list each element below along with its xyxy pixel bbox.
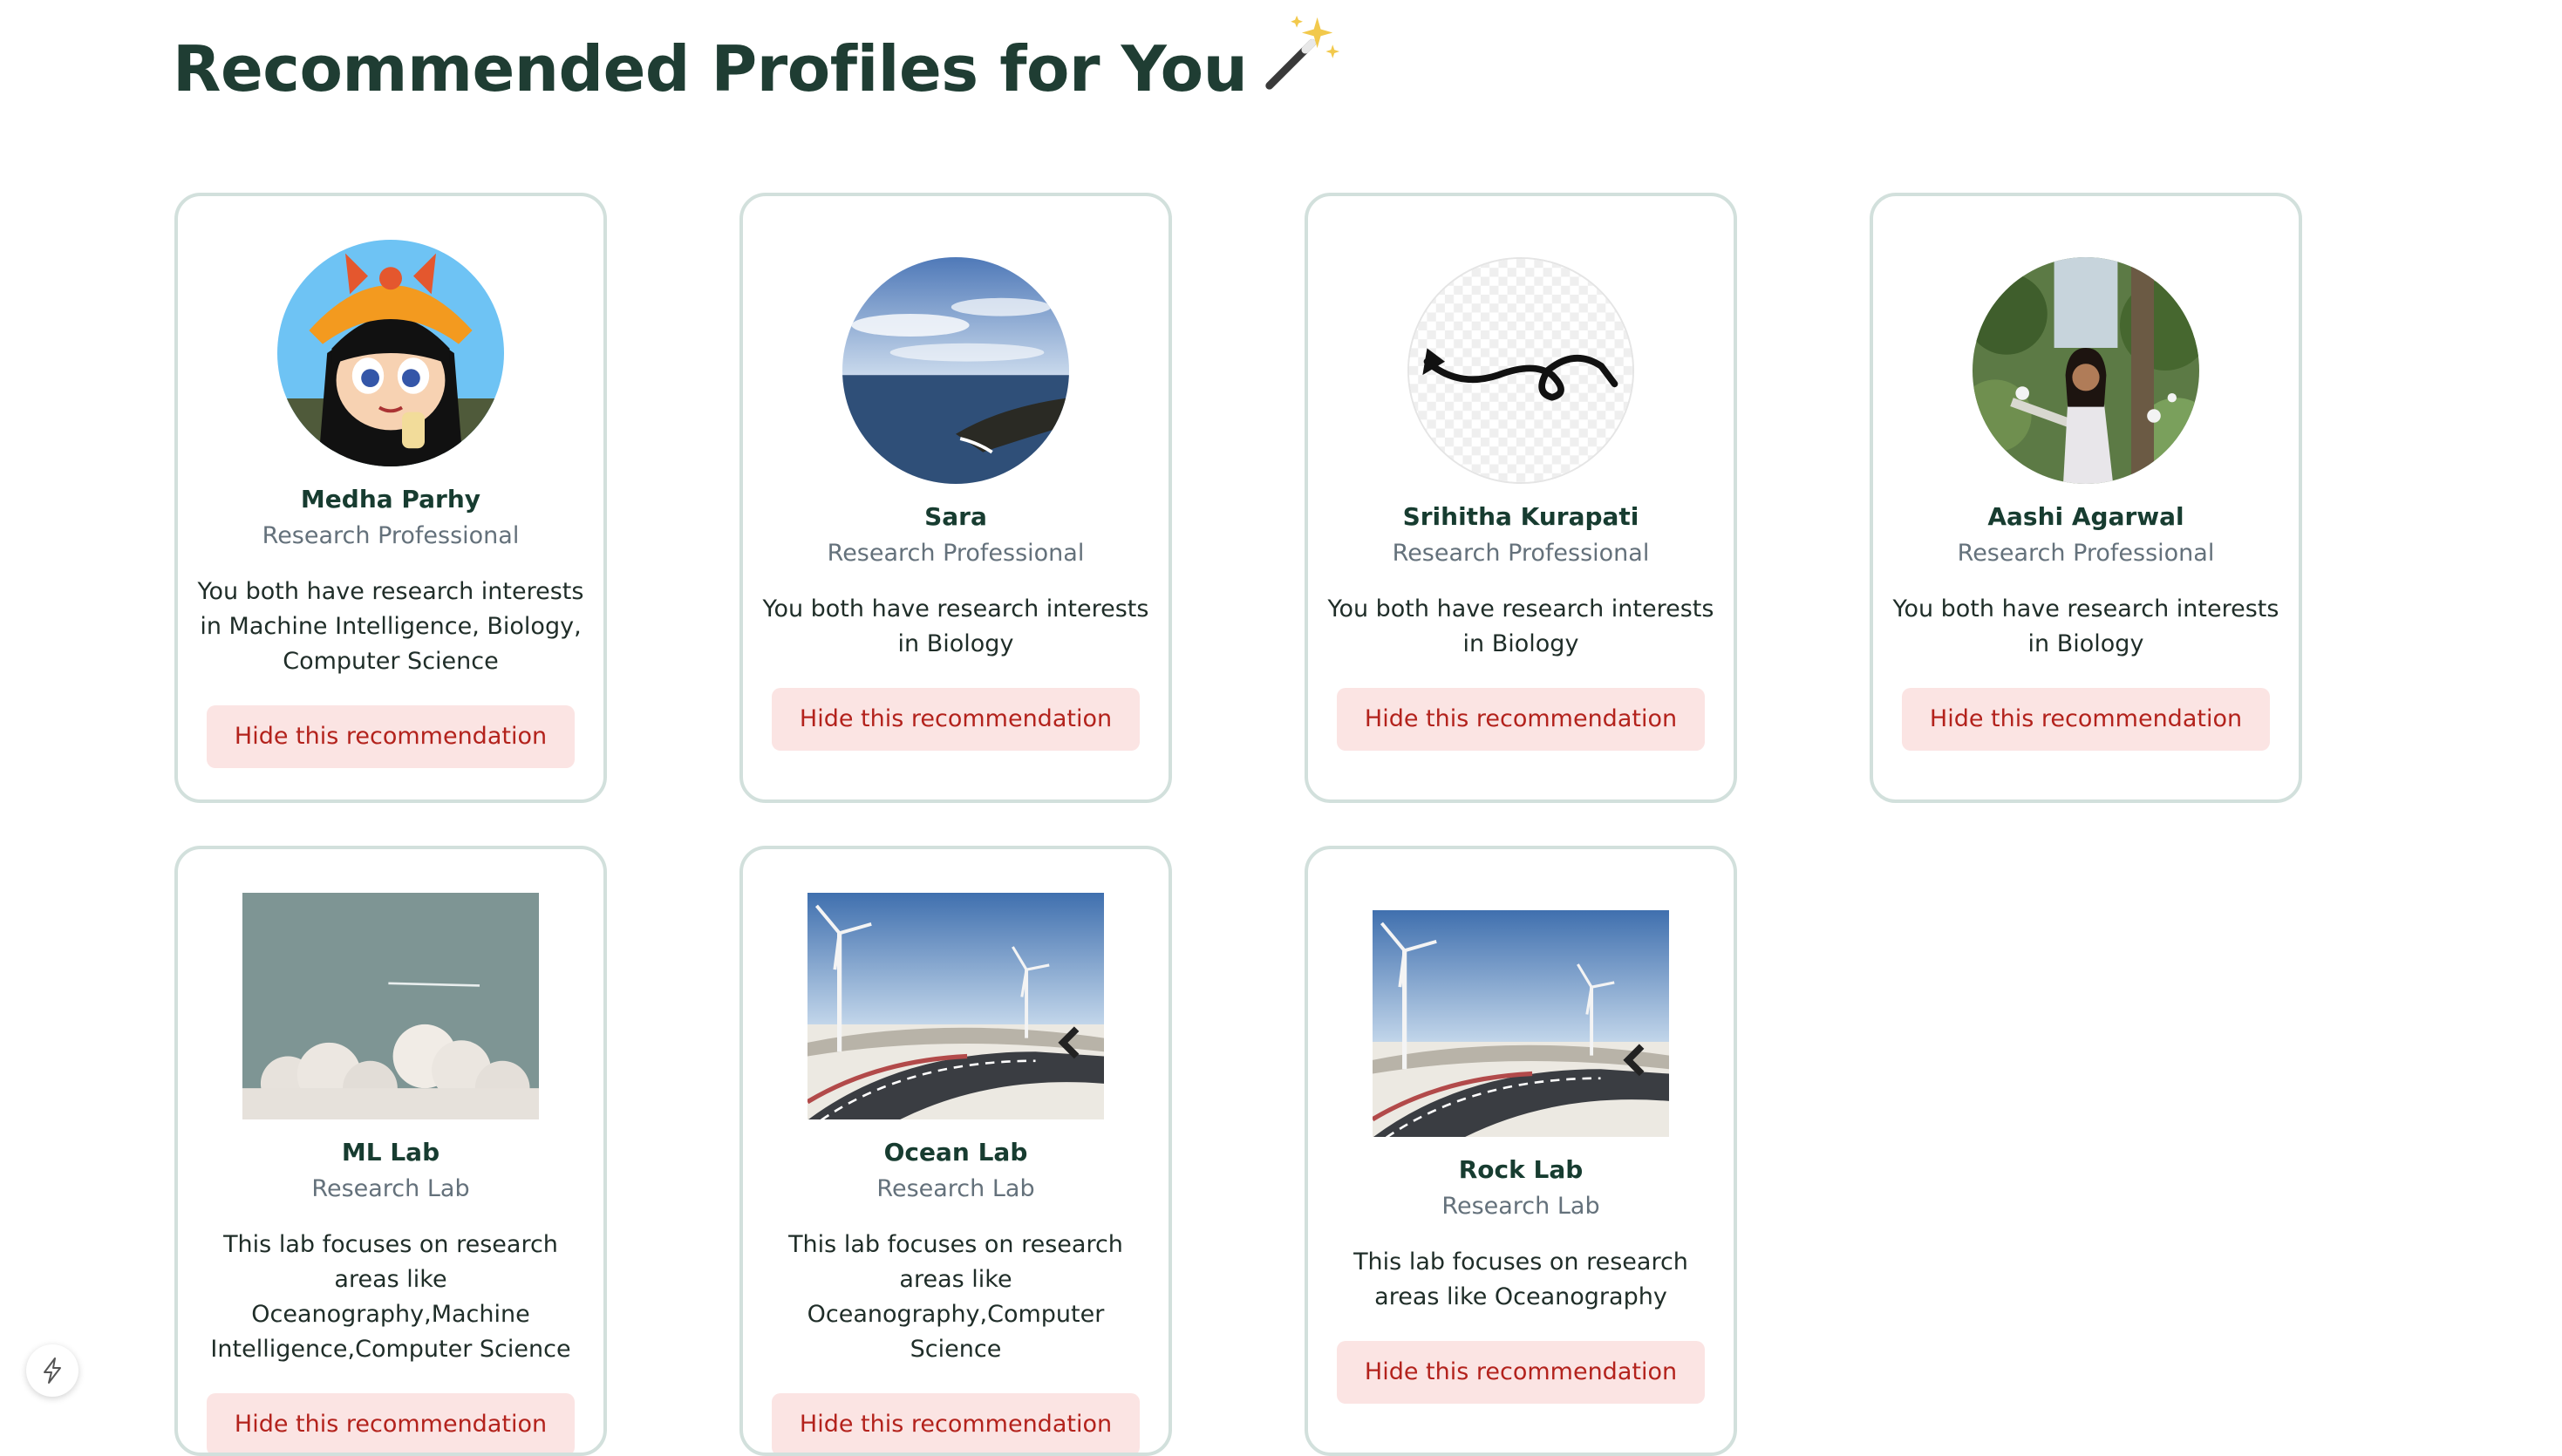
page-title-text: Recommended Profiles for You — [173, 32, 1248, 105]
page-title: Recommended Profiles for You — [173, 10, 1343, 106]
lab-image[interactable] — [242, 893, 539, 1119]
profile-card-aashi-agarwal: Aashi Agarwal Research Professional You … — [1870, 193, 2302, 803]
lab-type: Research Lab — [311, 1175, 470, 1202]
hide-recommendation-button[interactable]: Hide this recommendation — [1901, 688, 2271, 751]
profile-name[interactable]: Aashi Agarwal — [1987, 500, 2184, 534]
hide-recommendation-button[interactable]: Hide this recommendation — [206, 705, 576, 768]
profile-description: You both have research interests in Biol… — [1892, 595, 2279, 657]
profile-role: Research Professional — [1392, 540, 1650, 567]
hide-recommendation-button[interactable]: Hide this recommendation — [1336, 1341, 1706, 1404]
lab-card-rock-lab: Rock Lab Research Lab This lab focuses o… — [1305, 846, 1737, 1456]
lab-description: This lab focuses on research areas like … — [210, 1231, 571, 1363]
profile-name[interactable]: Srihitha Kurapati — [1403, 500, 1639, 534]
lab-type: Research Lab — [876, 1175, 1035, 1202]
hide-recommendation-button[interactable]: Hide this recommendation — [1336, 688, 1706, 751]
profile-card-sara: Sara Research Professional You both have… — [739, 193, 1172, 803]
profile-name[interactable]: Sara — [924, 500, 987, 534]
lab-type: Research Lab — [1441, 1193, 1600, 1220]
lightning-bolt-icon — [44, 1357, 61, 1384]
lab-name[interactable]: Ocean Lab — [884, 1135, 1028, 1170]
profile-card-srihitha-kurapati: Srihitha Kurapati Research Professional … — [1305, 193, 1737, 803]
avatar[interactable] — [842, 257, 1069, 484]
profile-role: Research Professional — [827, 540, 1085, 567]
lab-description: This lab focuses on research areas like … — [788, 1231, 1123, 1363]
profile-description: You both have research interests in Biol… — [762, 595, 1149, 657]
profile-role: Research Professional — [262, 522, 520, 549]
profile-description: You both have research interests in Biol… — [1327, 595, 1714, 657]
avatar[interactable] — [1407, 257, 1634, 484]
profile-name[interactable]: Medha Parhy — [301, 482, 480, 517]
lab-card-ml-lab: ML Lab Research Lab This lab focuses on … — [174, 846, 607, 1456]
profile-card-medha-parhy: Medha Parhy Research Professional You bo… — [174, 193, 607, 803]
magic-wand-icon — [1257, 10, 1343, 96]
lab-description: This lab focuses on research areas like … — [1353, 1248, 1688, 1310]
avatar[interactable] — [277, 240, 504, 466]
lab-image[interactable] — [1373, 910, 1669, 1137]
hide-recommendation-button[interactable]: Hide this recommendation — [771, 1393, 1141, 1453]
lab-card-ocean-lab: Ocean Lab Research Lab This lab focuses … — [739, 846, 1172, 1456]
hide-recommendation-button[interactable]: Hide this recommendation — [206, 1393, 576, 1453]
hide-recommendation-button[interactable]: Hide this recommendation — [771, 688, 1141, 751]
lab-name[interactable]: ML Lab — [342, 1135, 439, 1170]
avatar[interactable] — [1973, 257, 2199, 484]
lab-image[interactable] — [807, 893, 1104, 1119]
profile-description: You both have research interests in Mach… — [197, 578, 584, 675]
lab-name[interactable]: Rock Lab — [1459, 1153, 1584, 1187]
profile-role: Research Professional — [1957, 540, 2215, 567]
quick-action-button[interactable] — [26, 1344, 78, 1397]
